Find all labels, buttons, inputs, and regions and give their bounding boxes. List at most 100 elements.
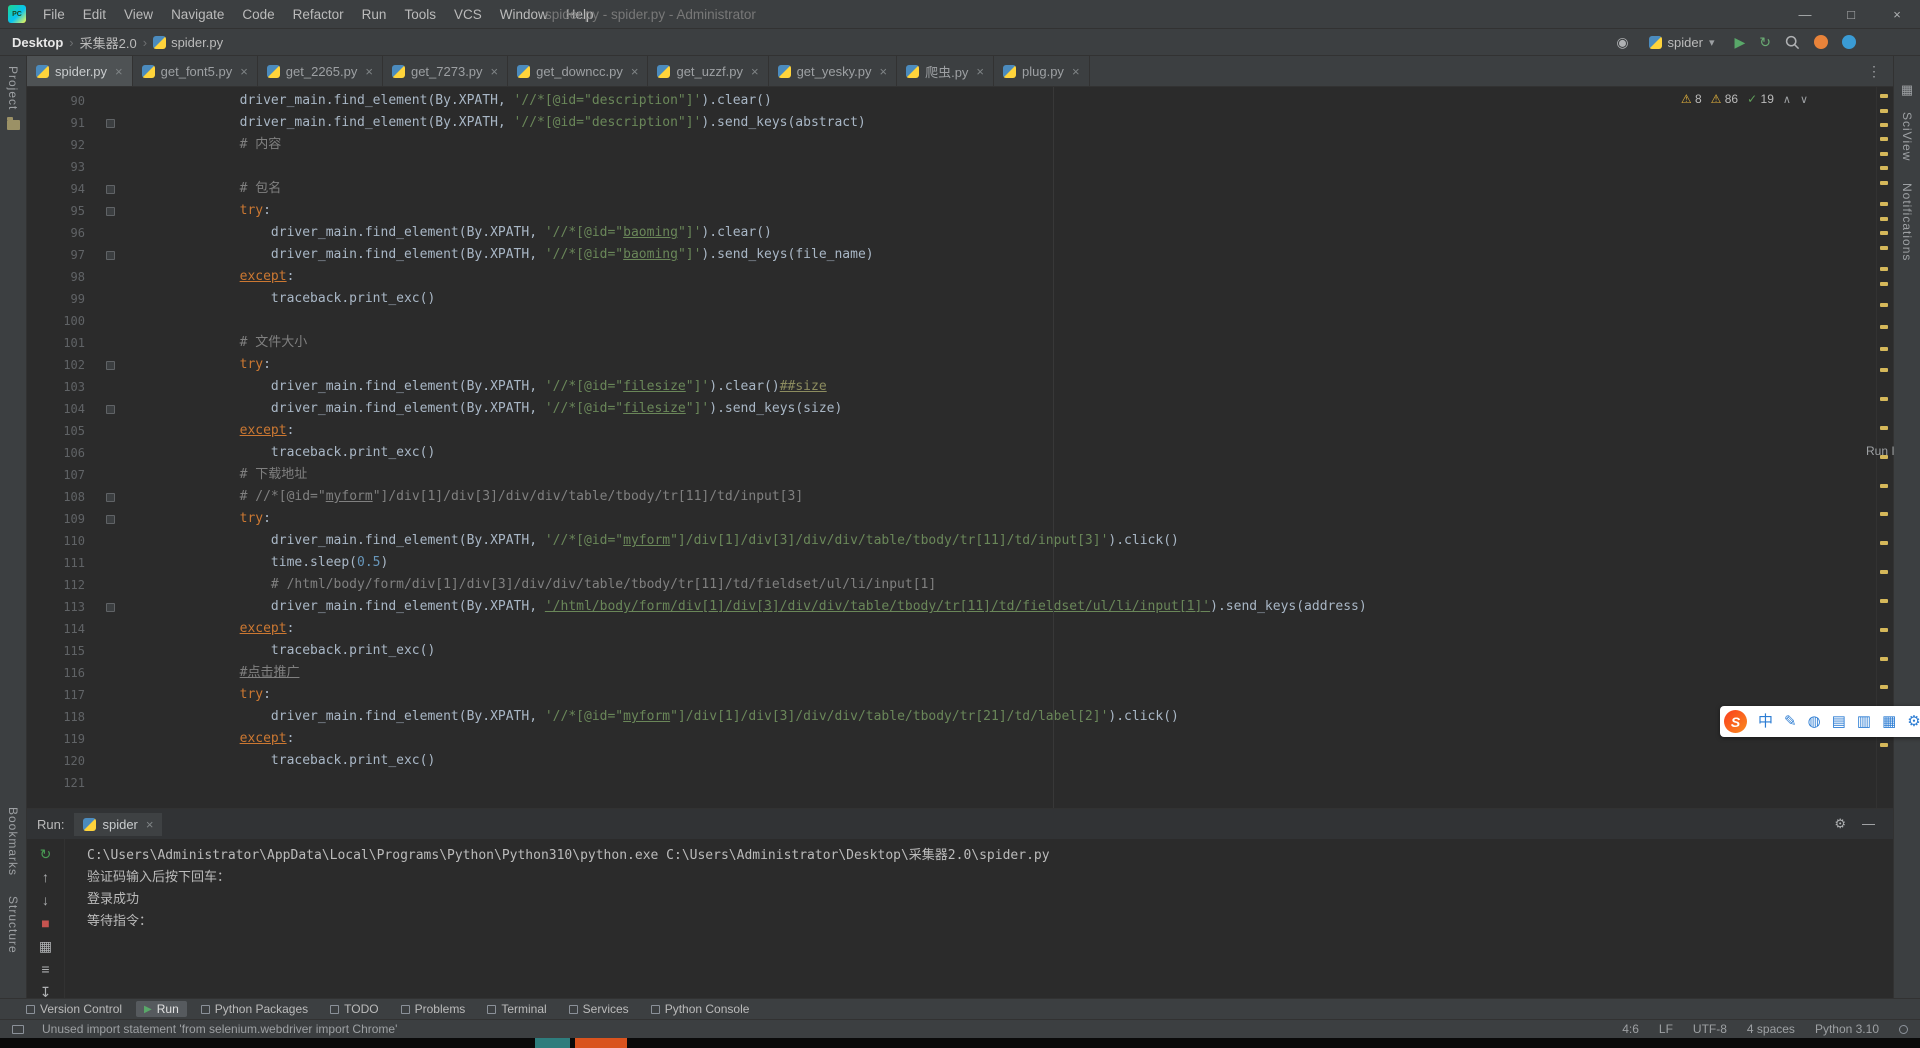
gutter-marker-icon[interactable]	[101, 398, 121, 420]
stripe-warning-mark[interactable]	[1880, 347, 1888, 351]
toolwindow-stripe-structure[interactable]: Structure	[6, 896, 20, 954]
stripe-warning-mark[interactable]	[1880, 484, 1888, 488]
stripe-warning-mark[interactable]	[1880, 166, 1888, 170]
line-number[interactable]: 107	[27, 464, 89, 486]
stripe-warning-mark[interactable]	[1880, 231, 1888, 235]
indent-setting[interactable]: 4 spaces	[1747, 1022, 1795, 1036]
minimize-button[interactable]: —	[1782, 0, 1828, 28]
stripe-warning-mark[interactable]	[1880, 657, 1888, 661]
toolwindow-button-services[interactable]: Services	[561, 1001, 637, 1017]
close-icon[interactable]: ×	[1072, 64, 1080, 79]
stop-icon[interactable]: ■	[41, 916, 49, 930]
stripe-warning-mark[interactable]	[1880, 303, 1888, 307]
run-configuration-select[interactable]: spider ▾	[1643, 33, 1721, 52]
line-number[interactable]: 110	[27, 530, 89, 552]
hide-toolwindow-icon[interactable]: —	[1862, 816, 1875, 832]
database-icon[interactable]: ▦	[1901, 82, 1913, 98]
menu-code[interactable]: Code	[233, 7, 283, 22]
stripe-warning-mark[interactable]	[1880, 368, 1888, 372]
gutter-marker-icon[interactable]	[101, 486, 121, 508]
soft-wrap-icon[interactable]: ≡	[41, 962, 49, 976]
user-icon[interactable]: ◉	[1616, 34, 1628, 51]
toolwindow-quickaccess-icon[interactable]	[12, 1025, 24, 1034]
toolwindow-button-todo[interactable]: TODO	[322, 1001, 386, 1017]
stripe-warning-mark[interactable]	[1880, 541, 1888, 545]
profile-icon[interactable]	[1842, 35, 1856, 49]
settings-icon[interactable]: ⚙	[1907, 714, 1920, 729]
menu-view[interactable]: View	[115, 7, 162, 22]
caret-position[interactable]: 4:6	[1622, 1022, 1639, 1036]
line-number[interactable]: 99	[27, 288, 89, 310]
python-interpreter[interactable]: Python 3.10	[1815, 1022, 1879, 1036]
line-number[interactable]: 102	[27, 354, 89, 376]
line-number[interactable]: 112	[27, 574, 89, 596]
taskbar-app-orange[interactable]	[575, 1038, 627, 1048]
line-number[interactable]: 90	[27, 90, 89, 112]
line-number[interactable]: 103	[27, 376, 89, 398]
handwriting-icon[interactable]: ✎	[1784, 714, 1797, 729]
file-encoding[interactable]: UTF-8	[1693, 1022, 1727, 1036]
toolwindow-stripe-notifications[interactable]: Notifications	[1900, 183, 1914, 261]
gutter-marker-icon[interactable]	[101, 200, 121, 222]
line-number[interactable]: 91	[27, 112, 89, 134]
toolbox-icon[interactable]: ▥	[1857, 714, 1871, 729]
line-number[interactable]: 120	[27, 750, 89, 772]
taskbar-app-teal[interactable]	[535, 1038, 570, 1048]
tab-plug.py[interactable]: plug.py×	[994, 56, 1090, 86]
line-number[interactable]: 94	[27, 178, 89, 200]
stripe-warning-mark[interactable]	[1880, 202, 1888, 206]
inspections-widget[interactable]: ⚠ 8 ⚠ 86 ✓ 19 ∧ ∨	[1681, 92, 1808, 106]
project-folder-icon[interactable]	[7, 120, 20, 130]
menu-edit[interactable]: Edit	[74, 7, 115, 22]
toolwindow-button-terminal[interactable]: Terminal	[479, 1001, 554, 1017]
tab-get_7273.py[interactable]: get_7273.py×	[383, 56, 508, 86]
line-number[interactable]: 116	[27, 662, 89, 684]
stripe-warning-mark[interactable]	[1880, 743, 1888, 747]
code-editor[interactable]: 90 driver_main.find_element(By.XPATH, '/…	[27, 87, 1893, 808]
line-number[interactable]: 106	[27, 442, 89, 464]
menu-refactor[interactable]: Refactor	[284, 7, 353, 22]
stripe-warning-mark[interactable]	[1880, 426, 1888, 430]
stripe-warning-mark[interactable]	[1880, 137, 1888, 141]
line-number[interactable]: 109	[27, 508, 89, 530]
breadcrumb-desktop[interactable]: Desktop	[12, 35, 63, 50]
line-number[interactable]: 115	[27, 640, 89, 662]
toolwindow-button-run[interactable]: ▶Run	[136, 1001, 187, 1017]
stripe-warning-mark[interactable]	[1880, 123, 1888, 127]
toolwindow-button-problems[interactable]: Problems	[393, 1001, 474, 1017]
sync-icon[interactable]: ↻	[1759, 34, 1771, 51]
stripe-warning-mark[interactable]	[1880, 599, 1888, 603]
line-number[interactable]: 113	[27, 596, 89, 618]
down-arrow-icon[interactable]: ↓	[42, 893, 49, 907]
line-number[interactable]: 105	[27, 420, 89, 442]
line-number[interactable]: 101	[27, 332, 89, 354]
toolwindow-button-python-packages[interactable]: Python Packages	[193, 1001, 316, 1017]
close-icon[interactable]: ×	[879, 64, 887, 79]
menu-navigate[interactable]: Navigate	[162, 7, 233, 22]
gutter-marker-icon[interactable]	[101, 178, 121, 200]
line-number[interactable]: 117	[27, 684, 89, 706]
tab-overflow-icon[interactable]: ⋮	[1855, 56, 1893, 86]
run-tab-spider[interactable]: spider ×	[74, 813, 162, 836]
ime-toolbar[interactable]: S 中✎◍▤▥▦⚙	[1720, 706, 1920, 737]
menu-vcs[interactable]: VCS	[445, 7, 491, 22]
menu-file[interactable]: File	[34, 7, 74, 22]
stripe-warning-mark[interactable]	[1880, 685, 1888, 689]
tab-get_yesky.py[interactable]: get_yesky.py×	[769, 56, 898, 86]
line-separator[interactable]: LF	[1659, 1022, 1673, 1036]
stripe-warning-mark[interactable]	[1880, 512, 1888, 516]
stripe-warning-mark[interactable]	[1880, 246, 1888, 250]
line-number[interactable]: 97	[27, 244, 89, 266]
line-number[interactable]: 114	[27, 618, 89, 640]
breadcrumb-file[interactable]: spider.py	[171, 35, 223, 50]
close-icon[interactable]: ×	[365, 64, 373, 79]
line-number[interactable]: 96	[27, 222, 89, 244]
close-button[interactable]: ×	[1874, 0, 1920, 28]
gear-icon[interactable]: ⚙	[1834, 816, 1846, 832]
line-number[interactable]: 93	[27, 156, 89, 178]
mic-icon[interactable]: ◍	[1808, 714, 1821, 729]
stripe-warning-mark[interactable]	[1880, 397, 1888, 401]
menu-run[interactable]: Run	[353, 7, 396, 22]
stripe-warning-mark[interactable]	[1880, 94, 1888, 98]
gutter-marker-icon[interactable]	[101, 596, 121, 618]
